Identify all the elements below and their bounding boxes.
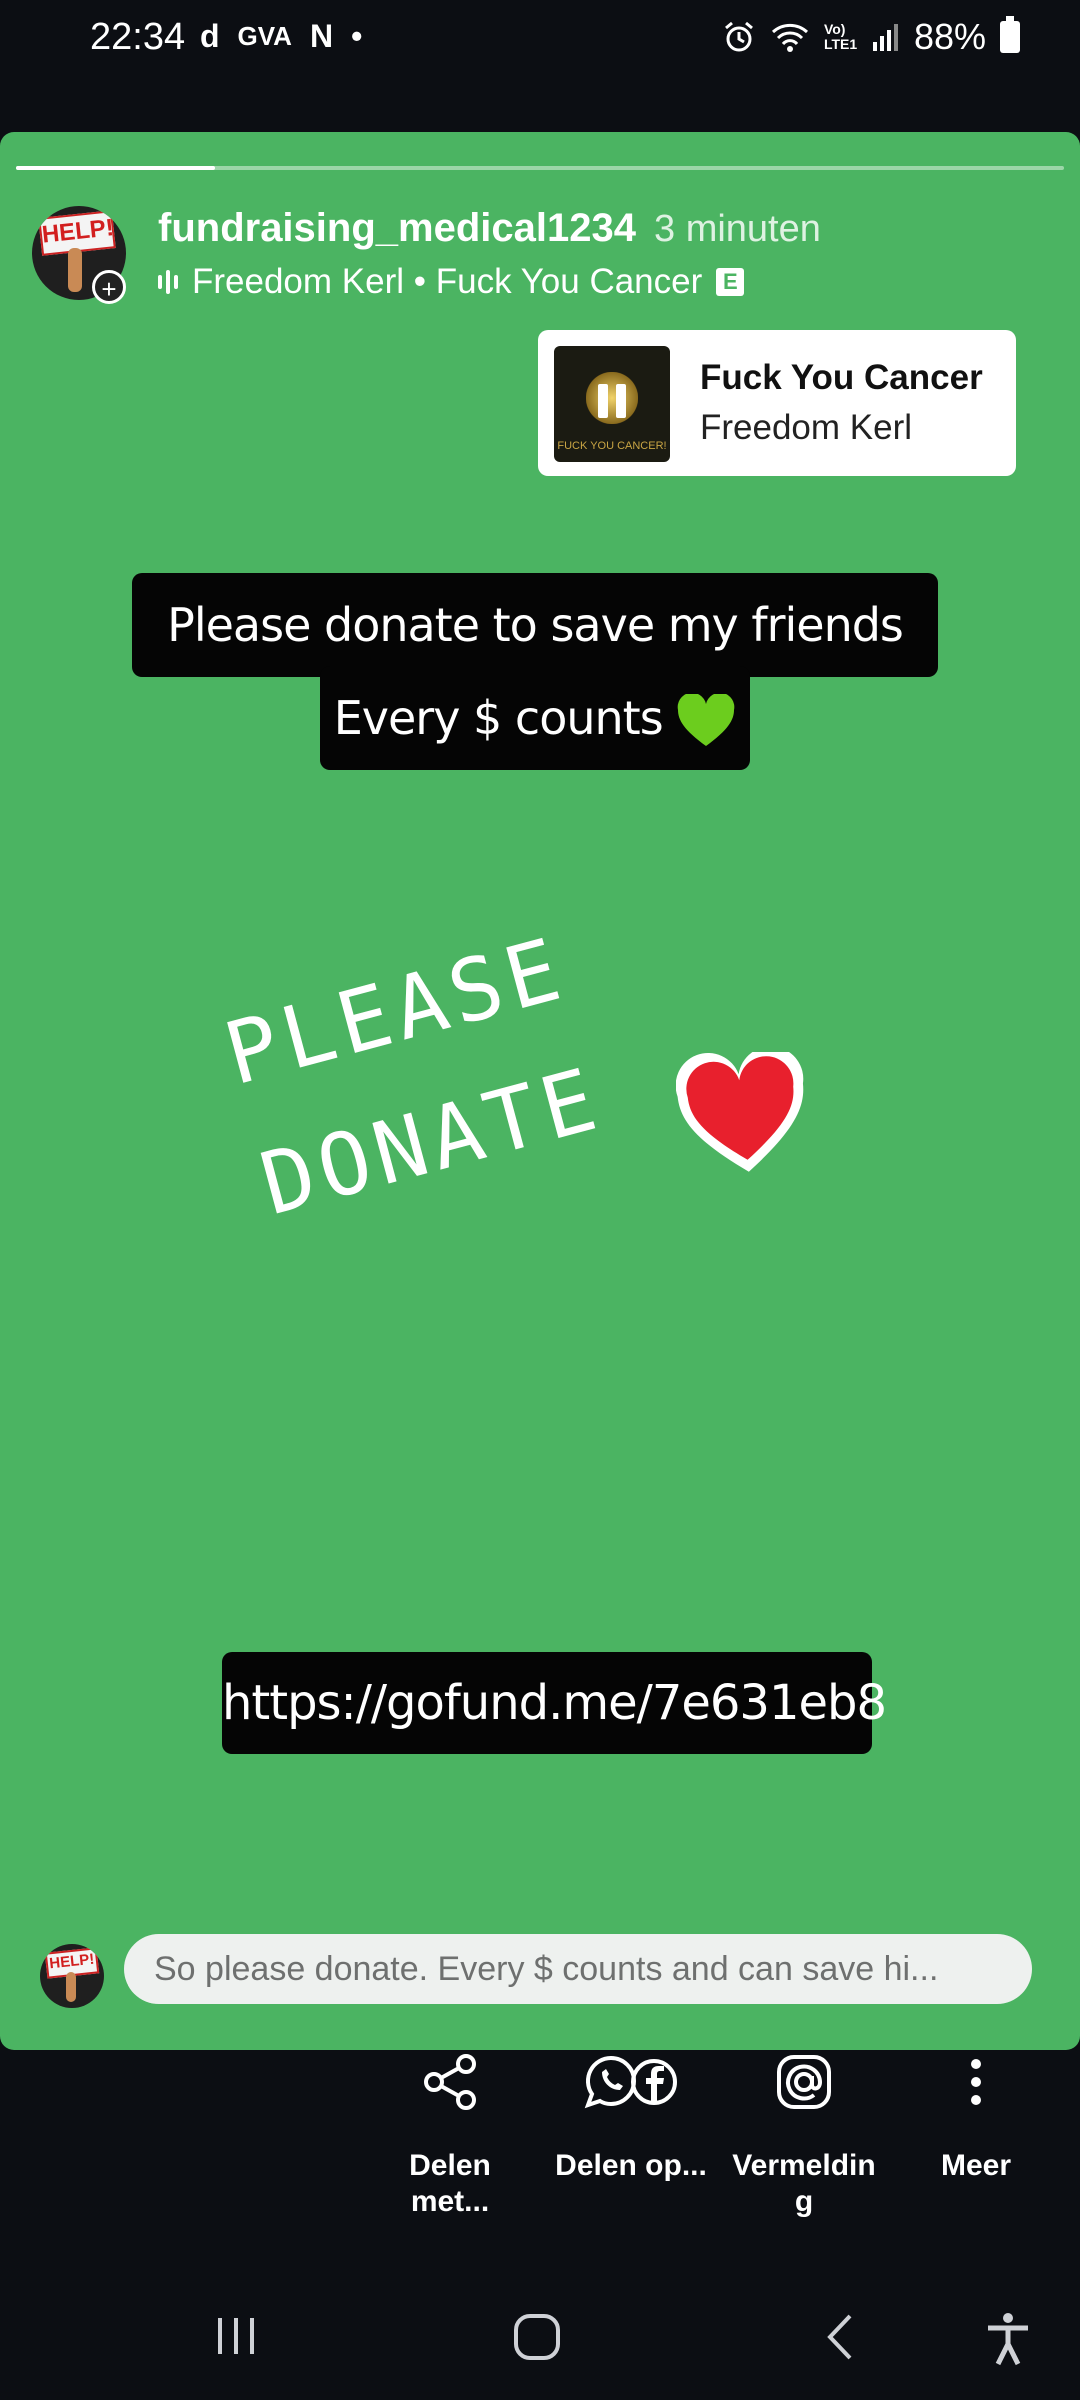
more-button[interactable]: Meer — [896, 2050, 1056, 2184]
share-with-label: Delen met... — [409, 2149, 491, 2218]
mention-label: Vermeldin g — [732, 2149, 876, 2218]
story-card[interactable]: HELP! + fundraising_medical1234 3 minute… — [0, 132, 1080, 2050]
caption-line-2-text: Every $ counts — [333, 691, 664, 745]
music-attribution-text: Freedom Kerl • Fuck You Cancer — [192, 262, 703, 301]
signal-icon — [872, 24, 898, 51]
system-nav-bar — [0, 2290, 1080, 2400]
green-heart-icon — [677, 693, 735, 746]
story-progress-fill — [16, 166, 216, 170]
more-notifications-dot: • — [351, 18, 363, 54]
add-story-icon[interactable]: + — [92, 270, 126, 304]
n-app-icon: N — [309, 18, 334, 54]
home-icon[interactable] — [512, 2312, 562, 2362]
more-vertical-icon — [971, 2059, 981, 2105]
status-system-icons: Vo) LTE1 88% — [722, 16, 1020, 58]
status-time: 22:34 — [90, 16, 186, 58]
pause-icon — [598, 384, 626, 418]
alarm-icon — [724, 21, 753, 52]
share-icon — [424, 2054, 476, 2110]
wifi-icon — [771, 23, 808, 52]
red-heart-icon — [676, 1052, 804, 1172]
music-sticker[interactable]: FUCK YOU CANCER! Fuck You Cancer Freedom… — [538, 330, 1016, 476]
story-progress-bar — [16, 166, 1064, 170]
mention-button[interactable]: Vermeldin g — [724, 2050, 884, 2220]
reply-avatar: HELP! — [40, 1944, 104, 2008]
track-artist: Freedom Kerl — [700, 408, 913, 447]
back-icon[interactable] — [822, 2312, 858, 2362]
album-art-text: FUCK YOU CANCER! — [557, 440, 667, 452]
battery-icon — [1000, 16, 1020, 53]
donation-link[interactable]: https://gofund.me/7e631eb8 — [222, 1652, 887, 1754]
at-mention-icon — [777, 2055, 831, 2109]
music-attribution[interactable]: Freedom Kerl • Fuck You Cancer E — [158, 262, 745, 302]
album-art: FUCK YOU CANCER! — [554, 346, 670, 462]
more-label: Meer — [940, 2149, 1012, 2182]
recent-apps-icon[interactable] — [212, 2312, 260, 2360]
facebook-icon — [631, 2059, 677, 2105]
volte-lte-label: Vo) LTE1 — [823, 21, 858, 52]
battery-percent: 88% — [913, 16, 986, 57]
post-time: 3 minuten — [654, 208, 821, 250]
accessibility-icon[interactable] — [984, 2312, 1032, 2366]
audio-bars-icon — [158, 270, 178, 294]
hand-graphic-small — [66, 1972, 76, 2002]
username[interactable]: fundraising_medical1234 — [158, 206, 636, 251]
explicit-badge: E — [716, 268, 745, 296]
d-app-icon: d — [200, 18, 220, 54]
hand-graphic — [68, 248, 82, 292]
status-bar: 22:34 d GVA N • Vo) LTE1 88% — [0, 0, 1080, 76]
status-notification-icons: d GVA N • — [200, 18, 362, 55]
share-with-button[interactable]: Delen met... — [370, 2050, 530, 2220]
gva-app-icon: GVA — [237, 21, 292, 51]
caption-line-1: Please donate to save my friends life. — [132, 573, 938, 756]
share-on-label: Delen op... — [555, 2149, 707, 2182]
track-title: Fuck You Cancer — [700, 358, 983, 397]
caption-line-2: Every $ counts — [320, 666, 750, 770]
reply-message-bubble[interactable]: So please donate. Every $ counts and can… — [124, 1934, 1032, 2004]
share-on-button[interactable]: Delen op... — [546, 2050, 716, 2184]
